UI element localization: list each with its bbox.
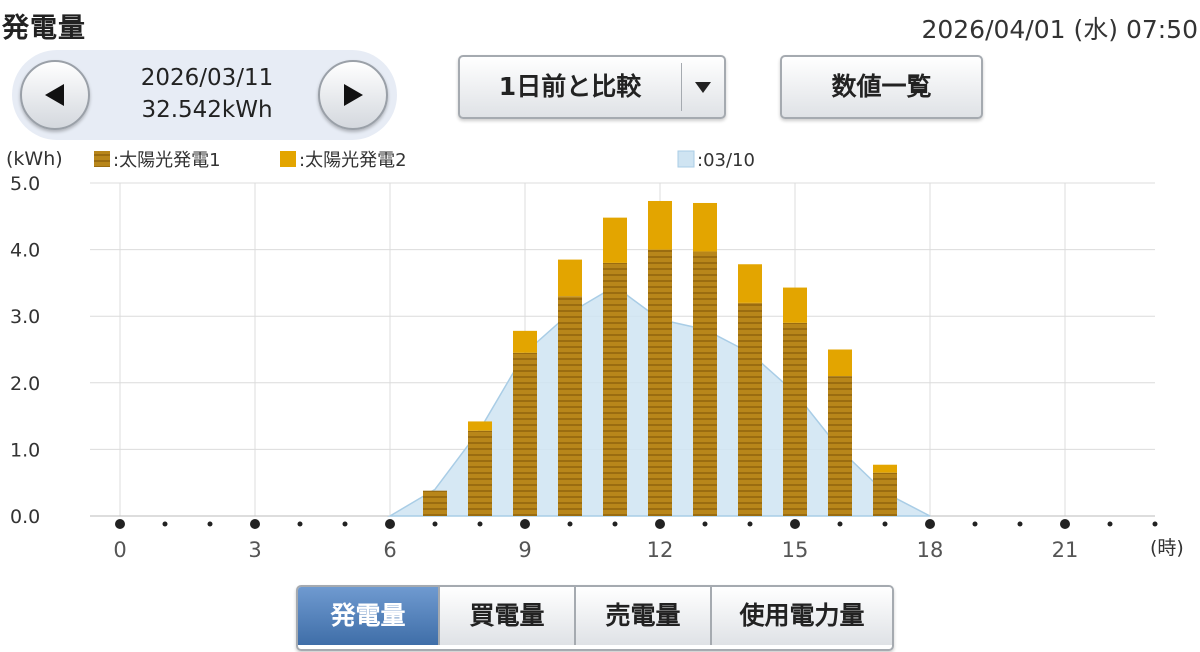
hour-minor-dot [432, 521, 438, 527]
hour-minor-dot [882, 521, 888, 527]
hour-minor-dot [477, 521, 483, 527]
bar-solar2 [828, 349, 852, 377]
bar-solar1 [603, 262, 627, 516]
bar-solar1 [738, 302, 762, 516]
y-tick-label: 2.0 [10, 373, 40, 395]
tab-sold[interactable]: 売電量 [574, 587, 710, 645]
y-axis-unit: (kWh) [6, 148, 63, 170]
x-tick-label: 6 [383, 538, 396, 562]
hour-major-dot [385, 519, 395, 529]
hour-minor-dot [162, 521, 168, 527]
tab-generation[interactable]: 発電量 [298, 587, 438, 645]
x-tick-label: 15 [782, 538, 809, 562]
bar-solar2 [468, 421, 492, 431]
hour-major-dot [925, 519, 935, 529]
bar-solar1 [558, 296, 582, 516]
x-tick-label: 18 [917, 538, 944, 562]
hour-major-dot [250, 519, 260, 529]
hour-minor-dot [747, 521, 753, 527]
bar-solar1 [783, 322, 807, 516]
bar-solar2 [738, 264, 762, 303]
generation-chart: 0.0 1.0 2.0 3.0 4.0 5.0 0 3 6 9 12 15 18 21 (kWh) (時) :… [6, 148, 1184, 562]
bar-solar1 [693, 251, 717, 516]
y-tick-label: 4.0 [10, 240, 40, 262]
y-tick-label: 1.0 [10, 439, 40, 461]
hour-minor-dot [972, 521, 978, 527]
hour-minor-dot [207, 521, 213, 527]
bar-solar2 [603, 217, 627, 263]
legend-label-solar2: :太陽光発電2 [299, 150, 407, 171]
hour-major-dot [790, 519, 800, 529]
tab-purchased[interactable]: 買電量 [438, 587, 574, 645]
hour-minor-dot [837, 521, 843, 527]
hour-minor-dot [1107, 521, 1113, 527]
bar-solar1 [468, 430, 492, 516]
bar-solar1 [423, 490, 447, 516]
x-tick-label: 12 [647, 538, 674, 562]
y-tick-label: 0.0 [10, 506, 40, 528]
hour-minor-dot [1152, 521, 1158, 527]
legend-swatch-solar2 [280, 151, 296, 167]
bar-solar2 [648, 200, 672, 250]
y-tick-label: 3.0 [10, 306, 40, 328]
x-tick-label: 9 [518, 538, 531, 562]
x-axis-unit: (時) [1150, 537, 1184, 559]
metric-tabs: 発電量 買電量 売電量 使用電力量 [296, 585, 894, 651]
bar-solar2 [513, 330, 537, 353]
hour-minor-dot [1017, 521, 1023, 527]
bar-solar2 [873, 464, 897, 473]
legend-swatch-solar1 [94, 151, 110, 167]
hour-major-dot [1060, 519, 1070, 529]
bar-solar2 [558, 259, 582, 297]
hour-major-dot [115, 519, 125, 529]
legend-label-solar1: :太陽光発電1 [113, 150, 221, 171]
hour-minor-dot [612, 521, 618, 527]
y-tick-label: 5.0 [10, 173, 40, 195]
bar-solar2 [783, 287, 807, 323]
hour-minor-dot [342, 521, 348, 527]
x-tick-label: 21 [1052, 538, 1079, 562]
bar-solar1 [513, 352, 537, 516]
bar-solar2 [693, 202, 717, 252]
bar-solar1 [828, 376, 852, 516]
legend-swatch-compare [677, 150, 695, 168]
hour-major-dot [655, 519, 665, 529]
bar-solar1 [648, 249, 672, 516]
x-tick-label: 3 [248, 538, 261, 562]
legend-label-compare: :03/10 [697, 150, 755, 171]
bar-solar1 [873, 472, 897, 516]
tab-consumption[interactable]: 使用電力量 [710, 587, 892, 645]
hour-minor-dot [297, 521, 303, 527]
hour-major-dot [520, 519, 530, 529]
x-tick-label: 0 [113, 538, 126, 562]
hour-minor-dot [702, 521, 708, 527]
hour-minor-dot [567, 521, 573, 527]
